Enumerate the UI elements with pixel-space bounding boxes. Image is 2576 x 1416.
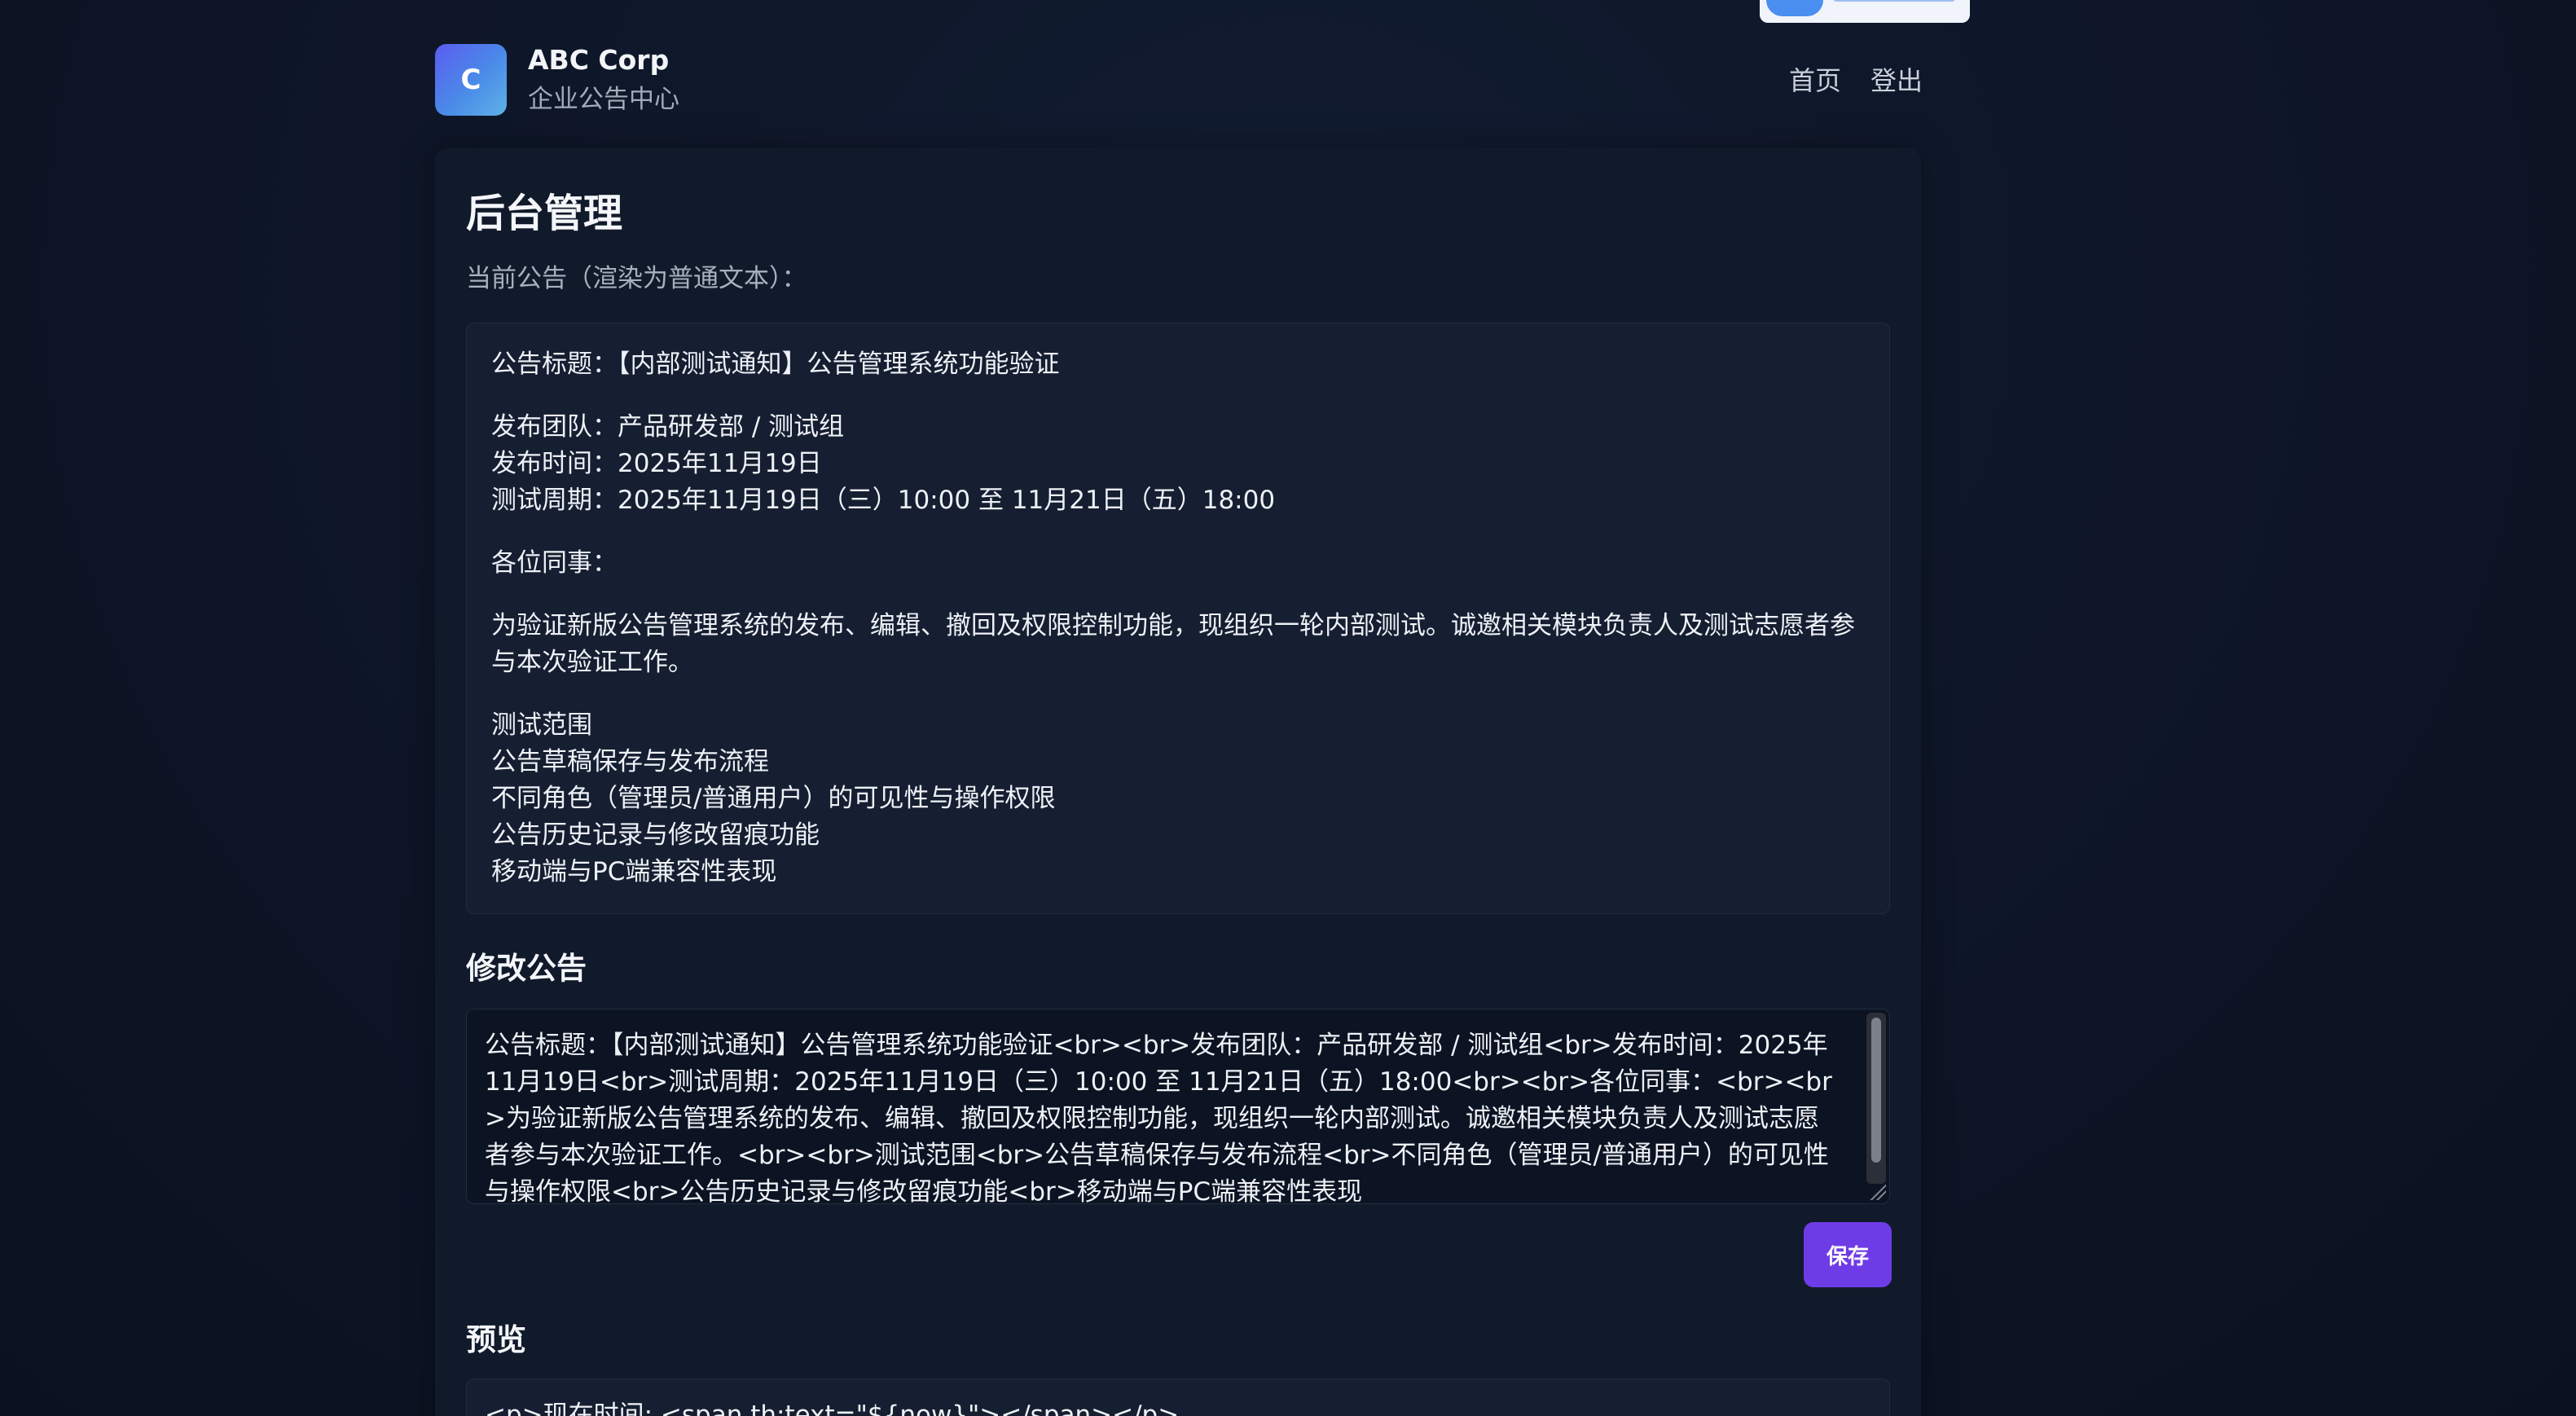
- resize-handle-icon[interactable]: [1868, 1182, 1886, 1200]
- site-header: C ABC Corp 企业公告中心 首页 登出: [435, 42, 1923, 117]
- preview-section-title: 预览: [466, 1322, 526, 1357]
- notice-meta: 发布团队：产品研发部 / 测试组 发布时间：2025年11月19日 测试周期：2…: [491, 409, 1865, 519]
- badge-icon: [1766, 0, 1823, 16]
- notice-scope-list: 测试范围 公告草稿保存与发布流程 不同角色（管理员/普通用户）的可见性与操作权限…: [491, 707, 1865, 890]
- notice-editor-textarea[interactable]: 公告标题：【内部测试通知】公告管理系统功能验证<br><br>发布团队：产品研发…: [466, 1009, 1890, 1204]
- notice-period-line: 测试周期：2025年11月19日（三）10:00 至 11月21日（五）18:0…: [491, 486, 1276, 515]
- edit-section-title: 修改公告: [466, 951, 587, 986]
- scope-item: 公告历史记录与修改留痕功能: [491, 820, 820, 850]
- nav-home-link[interactable]: 首页: [1789, 60, 1841, 98]
- scope-item: 移动端与PC端兼容性表现: [491, 857, 777, 886]
- scope-item: 不同角色（管理员/普通用户）的可见性与操作权限: [491, 784, 1056, 813]
- page: C ABC Corp 企业公告中心 首页 登出 后台管理 当前公告（渲染为普通文…: [0, 0, 2576, 1416]
- notice-team-line: 发布团队：产品研发部 / 测试组: [491, 412, 845, 442]
- notice-date-line: 发布时间：2025年11月19日: [491, 449, 822, 478]
- nav-logout-link[interactable]: 登出: [1870, 60, 1923, 98]
- preview-text: <p>现在时间: <span th:text="${now}"></span><…: [485, 1401, 1180, 1416]
- notice-greeting: 各位同事：: [491, 548, 618, 578]
- badge-label-graphic: [1833, 0, 1955, 2]
- editor-scrollbar[interactable]: [1866, 1013, 1886, 1184]
- preview-panel: <p>现在时间: <span th:text="${now}"></span><…: [466, 1379, 1890, 1416]
- current-notice-panel: 公告标题：【内部测试通知】公告管理系统功能验证 发布团队：产品研发部 / 测试组…: [466, 323, 1890, 914]
- brand-logo: C: [435, 44, 507, 116]
- notice-body: 为验证新版公告管理系统的发布、编辑、撤回及权限控制功能，现组织一轮内部测试。诚邀…: [491, 611, 1855, 677]
- scope-item: 测试范围: [491, 710, 592, 740]
- page-title: 后台管理: [466, 191, 623, 236]
- top-floating-badge[interactable]: [1760, 0, 1970, 23]
- notice-title-line: 公告标题：【内部测试通知】公告管理系统功能验证: [491, 350, 1060, 379]
- scope-item: 公告草稿保存与发布流程: [491, 747, 769, 776]
- editor-scroll-thumb[interactable]: [1871, 1018, 1881, 1163]
- editor-content[interactable]: 公告标题：【内部测试通知】公告管理系统功能验证<br><br>发布团队：产品研发…: [485, 1027, 1840, 1203]
- brand-name: ABC Corp: [528, 44, 670, 76]
- save-button[interactable]: 保存: [1804, 1222, 1892, 1287]
- top-nav: 首页 登出: [1789, 60, 1923, 98]
- brand-subtitle: 企业公告中心: [528, 85, 679, 114]
- current-notice-hint: 当前公告（渲染为普通文本）：: [466, 264, 807, 293]
- admin-card: 后台管理 当前公告（渲染为普通文本）： 公告标题：【内部测试通知】公告管理系统功…: [435, 148, 1921, 1416]
